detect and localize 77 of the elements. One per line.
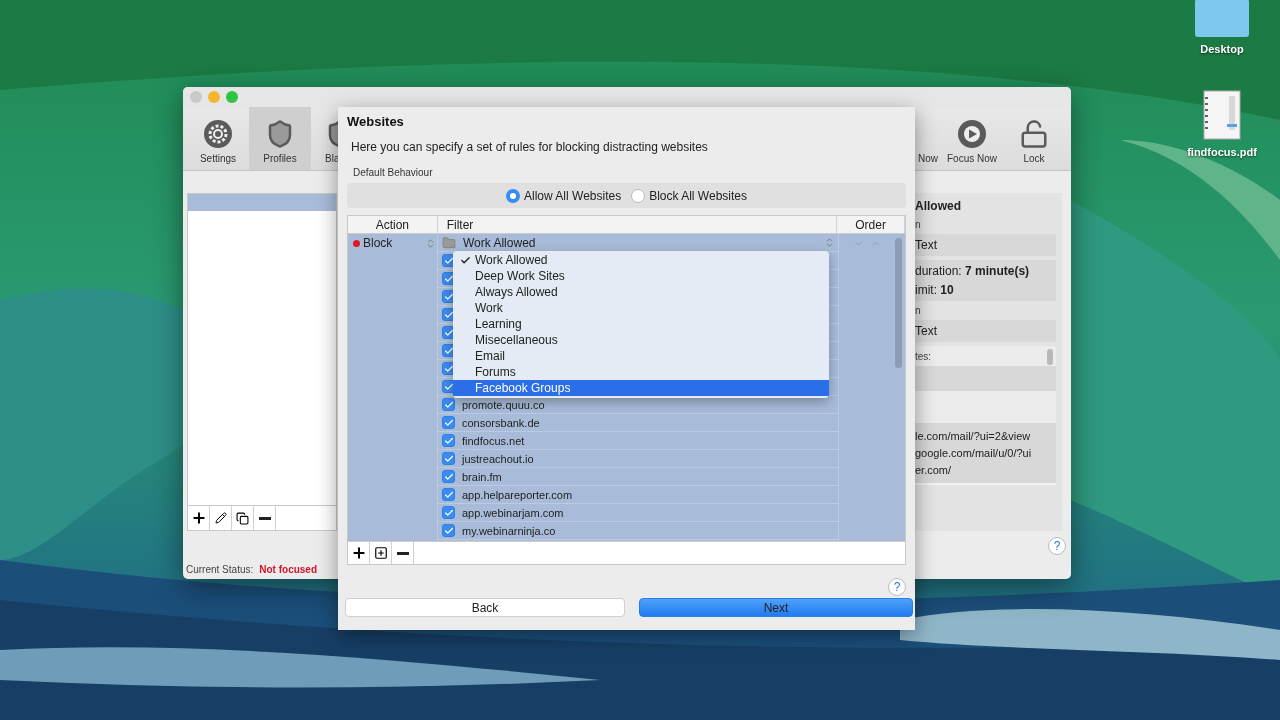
play-icon <box>957 119 987 149</box>
site-text: app.helpareporter.com <box>462 488 573 501</box>
square-plus-icon <box>373 546 388 560</box>
column-header[interactable]: Order <box>837 216 905 233</box>
site-text: my.webinarninja.co <box>462 524 556 537</box>
summary-text: imit: 10 <box>915 283 955 297</box>
checkbox[interactable] <box>442 434 455 447</box>
checkbox[interactable] <box>442 416 455 429</box>
status-value: Not focused <box>259 564 318 575</box>
sheet-title: Websites <box>347 114 405 129</box>
menu-item[interactable]: Misecellaneous <box>453 332 829 348</box>
lock-icon <box>1019 119 1049 149</box>
summary-text: Text <box>915 324 938 338</box>
plus-icon <box>190 510 207 526</box>
menu-item[interactable]: Facebook Groups <box>453 380 829 396</box>
menu-item[interactable]: Work <box>453 300 829 316</box>
checkbox[interactable] <box>442 524 455 537</box>
checkbox[interactable] <box>442 488 455 501</box>
folder-icon <box>1195 0 1249 37</box>
sheet-description: Here you can specify a set of rules for blocking distracting websites <box>351 140 709 154</box>
menu-item[interactable]: Work Allowed <box>453 252 829 268</box>
summary-label: n <box>915 219 922 230</box>
status-dot <box>353 239 360 247</box>
help-button[interactable]: ? <box>888 578 906 596</box>
menu-item[interactable]: Always Allowed <box>453 284 829 300</box>
help-button[interactable]: ? <box>1048 537 1066 555</box>
column-header[interactable]: Action <box>348 216 438 233</box>
sites-label: tes: <box>915 350 932 362</box>
radio-icon[interactable] <box>631 188 646 203</box>
site-text: app.webinarjam.com <box>462 506 564 519</box>
action-text: Block <box>363 236 393 250</box>
checkbox[interactable] <box>442 470 455 483</box>
site-url: er.com/ <box>915 464 952 476</box>
toolbar-item[interactable]: Focus Now <box>941 107 1003 170</box>
site-text: consorsbank.de <box>462 416 540 429</box>
status-label: Current Status: <box>186 564 254 575</box>
site-text: justreachout.io <box>462 452 534 465</box>
radio-option[interactable]: Block All Websites <box>631 188 747 203</box>
minus-icon <box>396 551 409 555</box>
gear-icon <box>203 119 233 149</box>
section-label: Default Behaviour <box>353 167 434 178</box>
minus-icon <box>258 516 271 520</box>
radio-icon[interactable] <box>506 188 520 203</box>
summary-text: duration: 7 minute(s) <box>915 264 1031 278</box>
summary-text: Text <box>915 238 938 252</box>
pencil-icon <box>214 512 227 524</box>
summary-label: n <box>915 305 922 316</box>
menu-item[interactable]: Learning <box>453 316 829 332</box>
copy-icon <box>236 511 249 525</box>
scrollbar-thumb[interactable] <box>1047 349 1053 365</box>
plus-icon <box>350 545 367 561</box>
checkbox[interactable] <box>442 398 455 411</box>
checkbox[interactable] <box>442 452 455 465</box>
desktop-icon-label[interactable]: findfocus.pdf <box>1187 146 1257 158</box>
site-text: brain.fm <box>462 470 502 483</box>
toolbar-item[interactable]: Lock <box>1003 107 1065 170</box>
scrollbar-thumb[interactable] <box>895 238 902 368</box>
check-icon <box>460 254 471 266</box>
back-button[interactable]: Back <box>345 598 625 617</box>
site-url: google.com/mail/u/0/?ui <box>915 447 1032 459</box>
folder-icon <box>442 235 456 250</box>
menu-item[interactable]: Deep Work Sites <box>453 268 829 284</box>
checkbox[interactable] <box>442 506 455 519</box>
column-header[interactable]: Filter <box>437 216 838 233</box>
summary-heading: Allowed <box>915 199 962 215</box>
filter-text[interactable]: Work Allowed <box>463 235 536 250</box>
desktop-icon-label[interactable]: Desktop <box>1200 43 1244 55</box>
site-text: findfocus.net <box>462 434 525 447</box>
menu-item[interactable]: Email <box>453 348 829 364</box>
site-url: le.com/mail/?ui=2&view <box>915 430 1031 442</box>
toolbar-item[interactable]: Profiles <box>249 107 311 170</box>
menu-item[interactable]: Forums <box>453 364 829 380</box>
next-button[interactable]: Next <box>639 598 913 617</box>
toolbar-item[interactable]: Settings <box>187 107 249 170</box>
radio-option[interactable]: Allow All Websites <box>506 188 622 203</box>
document-icon <box>1203 90 1241 140</box>
site-text: promote.quuu.co <box>462 398 545 411</box>
